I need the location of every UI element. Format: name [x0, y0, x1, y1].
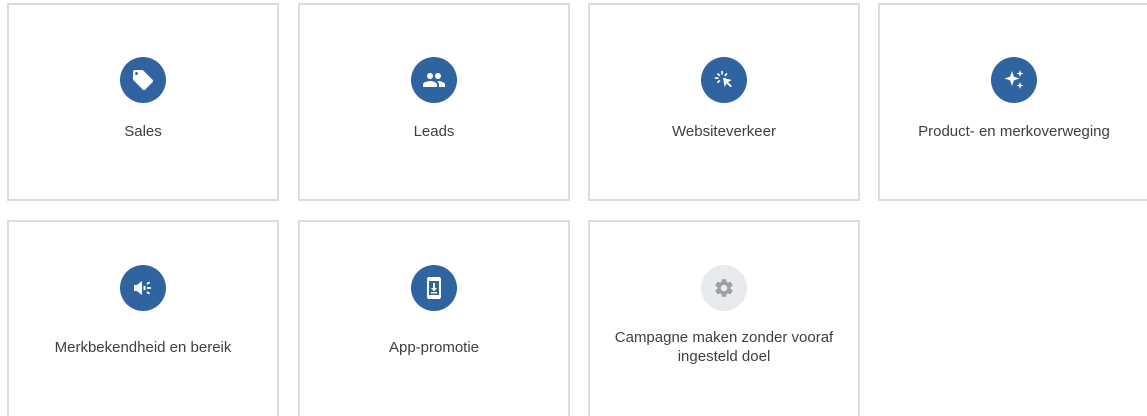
sparkle-icon	[991, 57, 1037, 103]
goal-label: Campagne maken zonder vooraf ingesteld d…	[614, 329, 834, 365]
goal-label: Sales	[124, 123, 162, 140]
goal-label: App-promotie	[388, 339, 480, 356]
goal-card-websiteverkeer[interactable]: Websiteverkeer	[588, 3, 860, 201]
goal-label: Product- en merkoverweging	[918, 123, 1110, 140]
goal-card-zonder-doel[interactable]: Campagne maken zonder vooraf ingesteld d…	[588, 220, 860, 416]
goal-card-merkbekendheid-bereik[interactable]: Merkbekendheid en bereik	[7, 220, 279, 416]
goal-label: Merkbekendheid en bereik	[54, 339, 232, 356]
campaign-goal-grid: Sales Leads Websiteverkeer Product- en m…	[0, 0, 1147, 416]
megaphone-icon	[120, 265, 166, 311]
goal-card-product-merkoverweging[interactable]: Product- en merkoverweging	[878, 3, 1147, 201]
phone-download-icon	[411, 265, 457, 311]
gear-icon	[701, 265, 747, 311]
tag-icon	[120, 57, 166, 103]
goal-card-app-promotie[interactable]: App-promotie	[298, 220, 570, 416]
goal-card-leads[interactable]: Leads	[298, 3, 570, 201]
goal-label: Websiteverkeer	[672, 123, 776, 140]
people-icon	[411, 57, 457, 103]
cursor-click-icon	[701, 57, 747, 103]
goal-card-sales[interactable]: Sales	[7, 3, 279, 201]
goal-label: Leads	[413, 123, 455, 140]
